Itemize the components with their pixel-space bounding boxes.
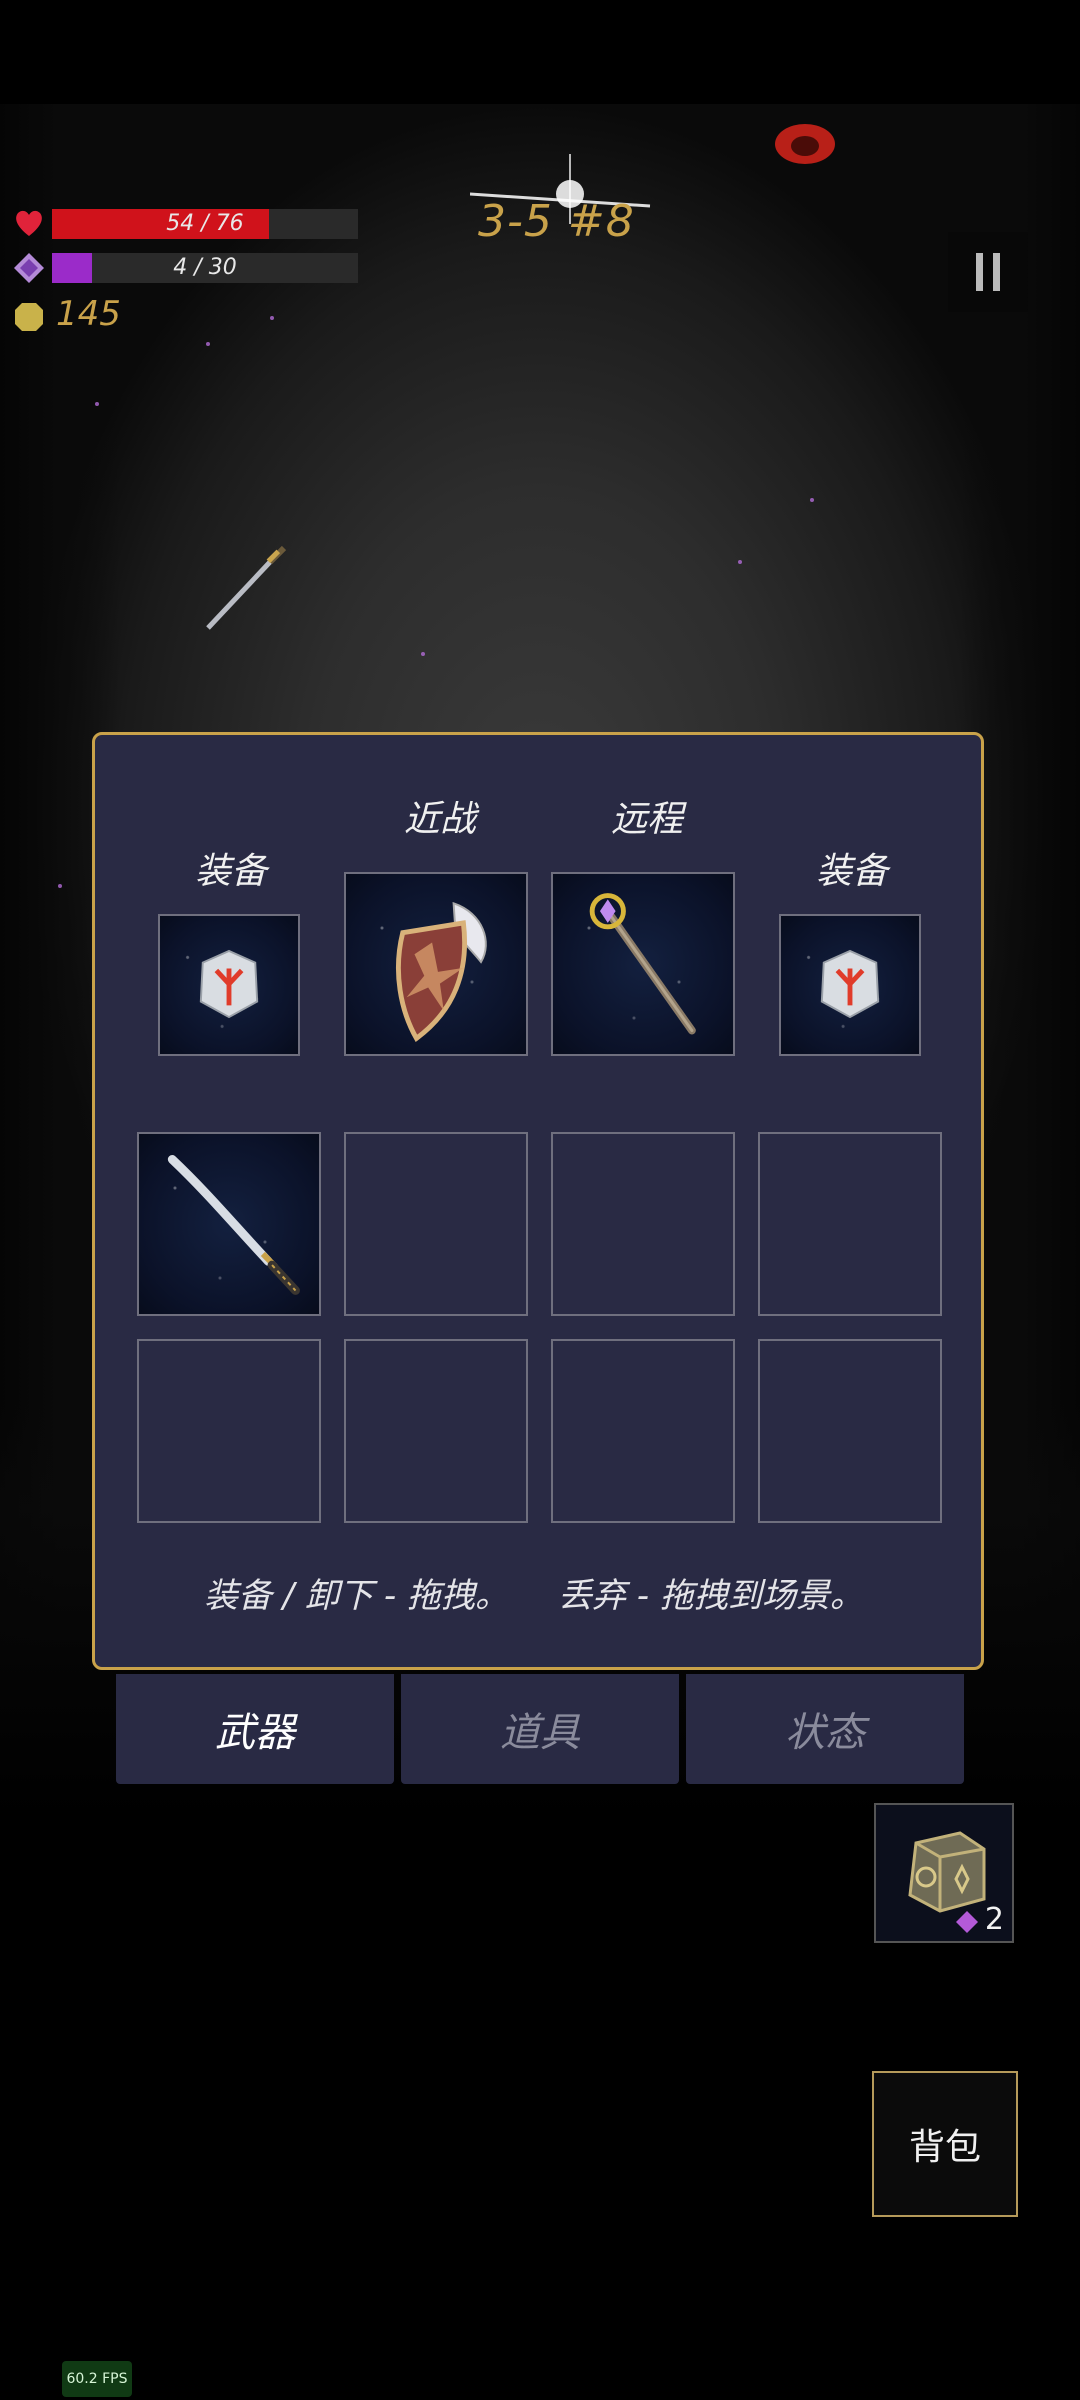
accessory-slot-right[interactable] bbox=[779, 914, 921, 1056]
particle bbox=[206, 342, 210, 346]
hp-text: 54 / 76 bbox=[166, 211, 244, 236]
rune-chest-icon bbox=[908, 1831, 986, 1913]
hp-bar: 54 / 76 bbox=[52, 209, 358, 239]
katana-icon bbox=[167, 1155, 300, 1295]
red-plant-monster-icon[interactable] bbox=[770, 114, 840, 174]
particle bbox=[58, 884, 62, 888]
particle bbox=[421, 652, 425, 656]
bag-slot-8[interactable] bbox=[758, 1339, 942, 1523]
particle bbox=[270, 316, 274, 320]
bag-slot-4[interactable] bbox=[758, 1132, 942, 1316]
tab-items[interactable]: 道具 bbox=[401, 1674, 679, 1784]
tab-status[interactable]: 状态 bbox=[686, 1674, 964, 1784]
bag-slot-2[interactable] bbox=[344, 1132, 528, 1316]
mana-bar: 4 / 30 bbox=[52, 253, 358, 283]
bag-slot-5[interactable] bbox=[137, 1339, 321, 1523]
heart-icon bbox=[16, 210, 42, 236]
bag-slot-3[interactable] bbox=[551, 1132, 735, 1316]
gold-coin-icon bbox=[15, 303, 43, 331]
gem-icon bbox=[956, 1911, 978, 1933]
dropped-sword-icon[interactable] bbox=[200, 534, 300, 634]
melee-slot[interactable] bbox=[344, 872, 528, 1056]
mana-crystal-icon bbox=[14, 253, 44, 283]
mana-text: 4 / 30 bbox=[173, 255, 237, 280]
melee-label: 近战 bbox=[403, 799, 476, 840]
rune-stone-icon bbox=[820, 949, 880, 1019]
particle bbox=[810, 498, 814, 502]
equip-right-label: 装备 bbox=[815, 851, 888, 892]
bag-slot-1[interactable] bbox=[137, 1132, 321, 1316]
equip-left-label: 装备 bbox=[194, 851, 267, 892]
chest-count: 2 bbox=[984, 1902, 1004, 1937]
pause-bar-icon bbox=[993, 253, 1000, 291]
pause-button[interactable] bbox=[948, 232, 1028, 312]
fps-counter: 60.2 FPS bbox=[62, 2361, 132, 2397]
rune-chest-button[interactable]: 2 bbox=[874, 1803, 1014, 1943]
ranged-slot[interactable] bbox=[551, 872, 735, 1056]
backpack-button[interactable]: 背包 bbox=[872, 2071, 1018, 2217]
ranged-label: 远程 bbox=[610, 799, 683, 840]
particle bbox=[738, 560, 742, 564]
crystal-staff-icon bbox=[589, 893, 696, 1035]
particle bbox=[95, 402, 99, 406]
rune-stone-icon bbox=[199, 949, 259, 1019]
discard-hint: 丢弃 - 拖拽到场景。 bbox=[558, 1576, 864, 1616]
gold-amount: 145 bbox=[56, 294, 121, 334]
winged-shield-icon bbox=[396, 901, 487, 1042]
bag-slot-7[interactable] bbox=[551, 1339, 735, 1523]
bag-slot-6[interactable] bbox=[344, 1339, 528, 1523]
level-indicator: 3-5 #8 bbox=[478, 196, 635, 247]
tab-weapons[interactable]: 武器 bbox=[116, 1674, 394, 1784]
accessory-slot-left[interactable] bbox=[158, 914, 300, 1056]
pause-bar-icon bbox=[976, 253, 983, 291]
equip-hint: 装备 / 卸下 - 拖拽。 bbox=[204, 1576, 509, 1616]
